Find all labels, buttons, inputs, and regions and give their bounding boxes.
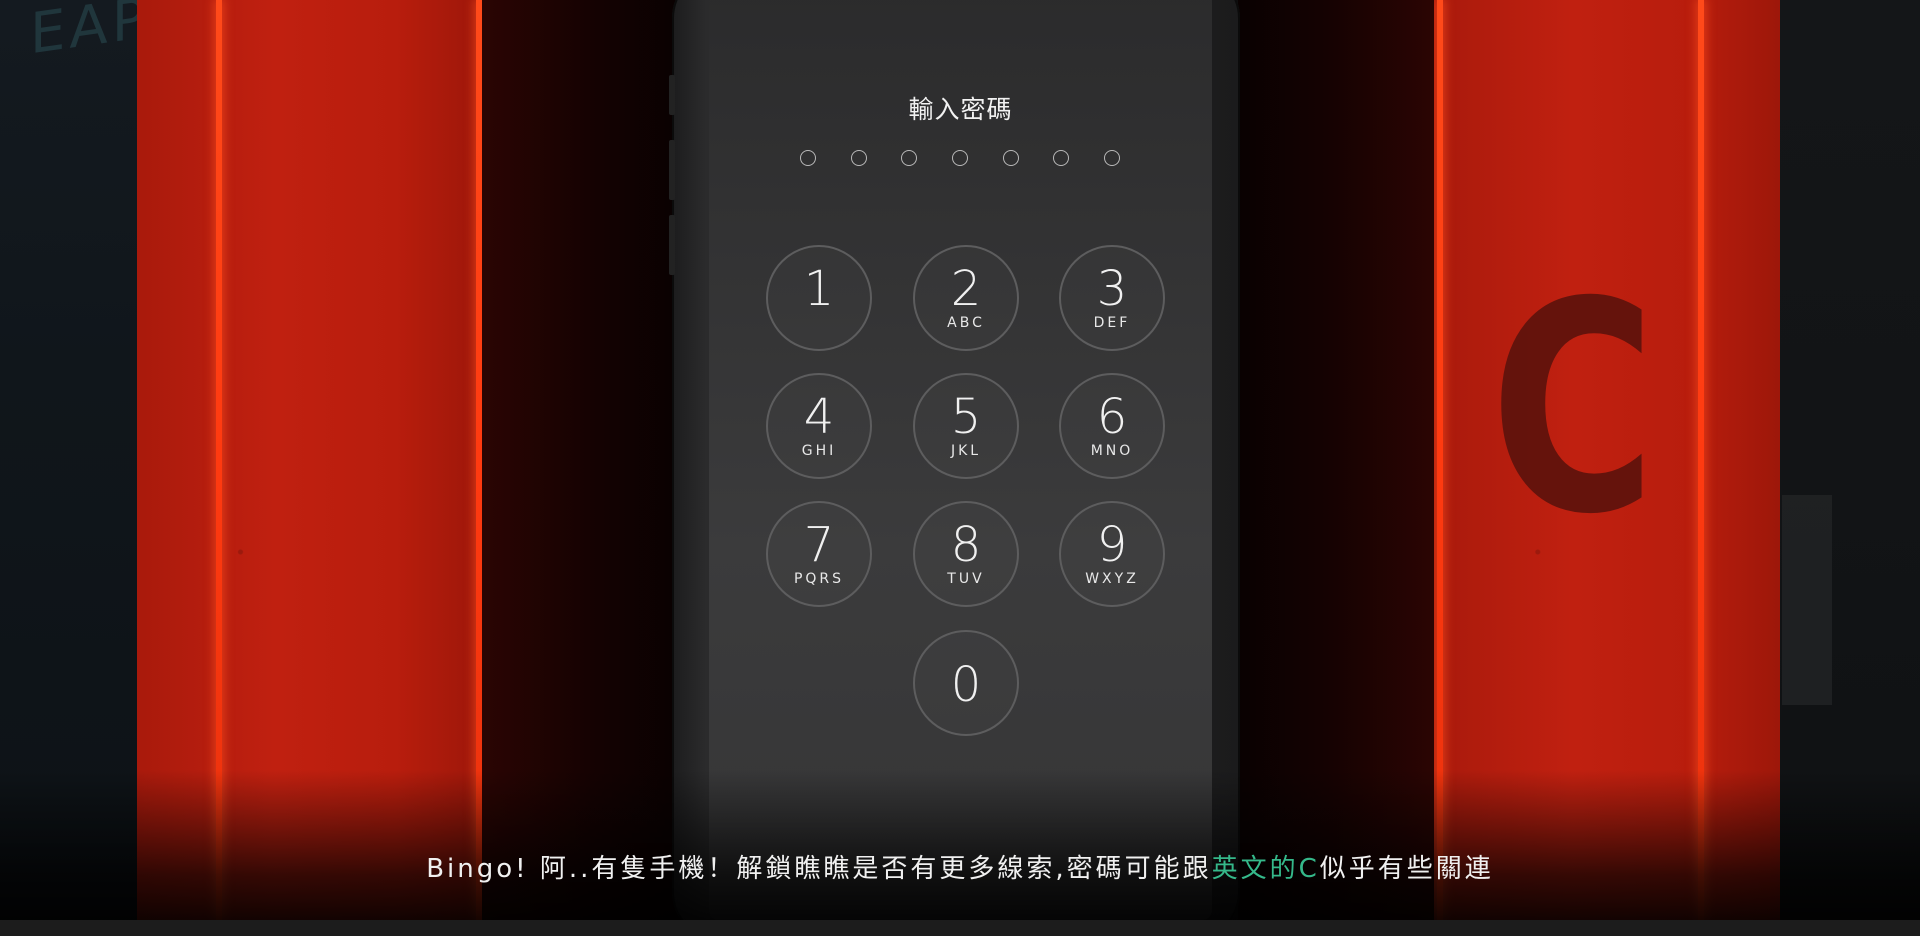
passcode-title: 輸入密碼 <box>908 95 1013 124</box>
key-letters: TUV <box>947 571 985 587</box>
door-letter-c: C <box>1490 241 1657 578</box>
passcode-dot <box>800 150 816 166</box>
keypad-key-5[interactable]: 5 JKL <box>913 373 1019 479</box>
key-digit: 8 <box>950 517 982 573</box>
background-sign: EAP <box>30 0 150 68</box>
phone-side-button <box>669 140 675 200</box>
keypad-key-7[interactable]: 7 PQRS <box>766 501 872 607</box>
key-letters: MNO <box>1090 443 1134 459</box>
passcode-dot <box>951 150 968 166</box>
passcode-dot <box>850 150 867 166</box>
phone-side-button <box>669 75 675 115</box>
game-scene: EAP C 輸入密碼 1 2 ABC 3 DEF 4 GHI 5 JKL 6 M… <box>0 0 1920 936</box>
key-digit: 3 <box>1096 261 1128 317</box>
passcode-dot <box>1002 150 1019 166</box>
key-letters: JKL <box>950 443 982 459</box>
passcode-dots <box>800 148 1120 168</box>
phone-side-button <box>669 215 675 275</box>
bottom-bar <box>0 920 1920 936</box>
key-letters: ABC <box>947 315 985 331</box>
keypad-key-1[interactable]: 1 <box>766 245 872 351</box>
keypad-key-3[interactable]: 3 DEF <box>1059 245 1165 351</box>
subtitle-highlight: 英文的C <box>1211 854 1320 884</box>
key-digit: 2 <box>950 261 982 317</box>
key-digit: 6 <box>1096 389 1128 445</box>
subtitle-backdrop <box>0 770 1920 920</box>
key-letters: WXYZ <box>1085 571 1139 587</box>
background-poster <box>1782 495 1832 705</box>
key-digit: 5 <box>950 389 982 445</box>
passcode-dot <box>901 150 918 166</box>
keypad-key-4[interactable]: 4 GHI <box>766 373 872 479</box>
passcode-dot <box>1103 150 1120 166</box>
passcode-dot <box>1053 150 1070 166</box>
keypad-key-6[interactable]: 6 MNO <box>1059 373 1165 479</box>
key-digit: 9 <box>1096 517 1128 573</box>
key-digit: 0 <box>950 657 982 713</box>
keypad-key-0[interactable]: 0 <box>913 630 1019 736</box>
key-letters: PQRS <box>793 571 845 587</box>
subtitle-text: Bingo! 阿..有隻手機！解鎖瞧瞧是否有更多線索,密碼可能跟 <box>426 854 1212 884</box>
key-digit: 4 <box>803 389 835 445</box>
keypad-key-9[interactable]: 9 WXYZ <box>1059 501 1165 607</box>
keypad-key-8[interactable]: 8 TUV <box>913 501 1019 607</box>
dialogue-subtitle: Bingo! 阿..有隻手機！解鎖瞧瞧是否有更多線索,密碼可能跟英文的C似乎有些… <box>0 848 1920 885</box>
key-letters: DEF <box>1093 315 1131 331</box>
key-digit: 1 <box>803 261 835 317</box>
key-digit: 7 <box>803 517 835 573</box>
keypad-key-2[interactable]: 2 ABC <box>913 245 1019 351</box>
key-letters: GHI <box>801 443 837 459</box>
subtitle-text-end: 似乎有些關連 <box>1319 854 1494 884</box>
